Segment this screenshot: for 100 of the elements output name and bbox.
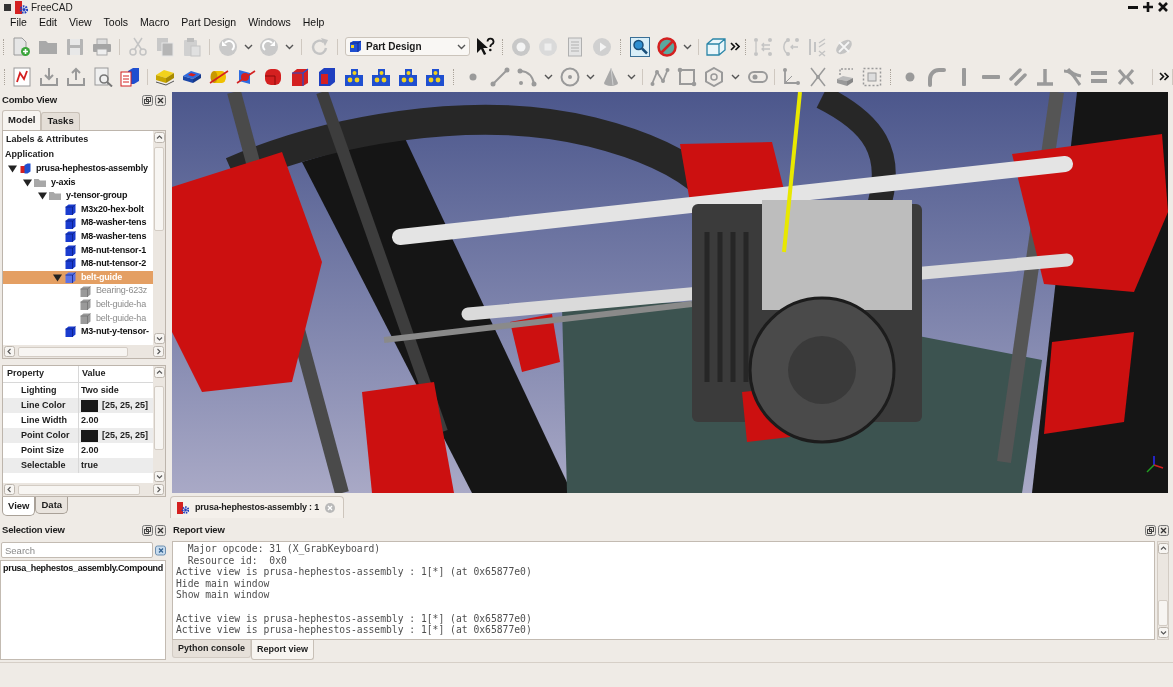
column-header[interactable]: Property (3, 367, 78, 381)
vertical-bar-icon[interactable] (960, 66, 967, 87)
tree-item[interactable]: M8-washer-tens (3, 229, 153, 244)
property-value[interactable]: true (81, 458, 98, 473)
caret-icon[interactable] (585, 73, 595, 80)
curved-bar-icon[interactable] (926, 66, 947, 87)
tangent-curves-icon[interactable] (1061, 66, 1082, 87)
assembly-icon[interactable] (20, 163, 31, 175)
point-icon[interactable] (904, 71, 915, 82)
menu-item[interactable]: Help (297, 15, 330, 31)
scrollbar[interactable] (153, 131, 165, 345)
menu-item[interactable]: File (5, 15, 32, 31)
triangle-down-icon[interactable] (8, 164, 17, 174)
scroll-right-icon[interactable] (153, 346, 164, 357)
tree-item[interactable]: M3x20-hex-bolt (3, 202, 153, 217)
clear-search-icon[interactable] (155, 544, 166, 556)
scroll-up-icon[interactable] (153, 367, 165, 378)
property-value[interactable]: 2.00 (81, 413, 99, 428)
table-row[interactable]: Selectable true (3, 458, 153, 473)
tree-item[interactable]: M3-nut-y-tensor- (3, 325, 153, 339)
cube-icon[interactable] (65, 258, 76, 270)
scrollbar-thumb[interactable] (154, 386, 164, 450)
parallel-bars-icon[interactable] (1007, 66, 1028, 87)
tree-item[interactable]: Bearing-623z (3, 284, 153, 298)
property-value[interactable]: [25, 25, 25] (102, 398, 149, 413)
horizontal-bar-icon[interactable] (980, 73, 1001, 80)
menu-item[interactable]: Part Design (176, 15, 242, 31)
tree-item[interactable]: M8-nut-tensor-2 (3, 257, 153, 271)
app-logo-icon[interactable] (177, 501, 189, 514)
tree-item[interactable]: prusa-hephestos-assembly (3, 162, 153, 176)
menu-item[interactable]: View (64, 15, 97, 31)
wireframe-cube-icon[interactable] (705, 36, 726, 57)
tab[interactable]: Tasks (41, 112, 80, 130)
perpendicular-icon[interactable] (1034, 66, 1055, 87)
scrollbar[interactable] (3, 483, 165, 496)
tree-item[interactable]: belt-guide-ha (3, 311, 153, 326)
scroll-down-icon[interactable] (153, 333, 165, 344)
property-value[interactable]: Two side (81, 383, 119, 398)
polyline-icon[interactable] (649, 66, 670, 87)
scrollbar-thumb[interactable] (18, 484, 140, 495)
scrollbar-thumb[interactable] (1158, 600, 1168, 626)
scroll-left-icon[interactable] (4, 484, 15, 495)
tab[interactable]: Report view (251, 640, 315, 660)
scrollbar[interactable] (1157, 541, 1169, 640)
document-search-icon[interactable] (92, 66, 113, 87)
caret-icon[interactable] (543, 73, 553, 80)
menu-item[interactable]: Tools (98, 15, 134, 31)
scrollbar[interactable] (3, 345, 165, 358)
menu-item[interactable]: Macro (135, 15, 175, 31)
caret-icon[interactable] (626, 73, 636, 80)
arc-icon[interactable] (516, 66, 537, 87)
tree-item[interactable]: M8-washer-tens (3, 216, 153, 230)
sketch-document-icon[interactable] (11, 66, 32, 87)
chamfered-cube-icon[interactable] (289, 66, 310, 87)
tree-item[interactable]: belt-guide-ha (3, 297, 153, 312)
block-link-icon[interactable] (834, 66, 855, 87)
scrollbar-thumb[interactable] (18, 346, 128, 357)
close-icon[interactable] (155, 525, 166, 536)
close-icon[interactable] (155, 95, 166, 106)
zoom-icon[interactable] (629, 36, 650, 57)
no-entry-icon[interactable] (656, 36, 677, 57)
point-icon[interactable] (468, 72, 477, 81)
tab[interactable]: View (2, 497, 36, 516)
cube-icon[interactable] (65, 244, 76, 256)
block-pattern-icon[interactable] (397, 66, 418, 87)
scroll-up-icon[interactable] (1157, 543, 1169, 554)
tree-item[interactable]: y-tensor-group (3, 189, 153, 203)
float-icon[interactable] (142, 525, 153, 536)
window-menu-icon[interactable] (4, 3, 11, 11)
circle-icon[interactable] (559, 66, 580, 87)
menu-item[interactable]: Edit (33, 15, 62, 31)
app-logo-icon[interactable] (15, 0, 28, 14)
menu-item[interactable]: Windows (243, 15, 296, 31)
cube-icon[interactable] (65, 326, 76, 338)
caret-icon[interactable] (243, 43, 253, 50)
maximize-icon[interactable] (1143, 2, 1153, 12)
document-tab[interactable]: prusa-hephestos-assembly : 1 (170, 496, 344, 518)
3d-viewport[interactable] (172, 92, 1168, 493)
tab[interactable]: Python console (172, 640, 251, 658)
symmetric-icon[interactable] (1115, 66, 1136, 87)
scroll-up-icon[interactable] (153, 132, 165, 143)
x-lines-icon[interactable] (807, 66, 828, 87)
block-pattern-icon[interactable] (370, 66, 391, 87)
property-value[interactable]: 2.00 (81, 443, 99, 458)
scroll-down-icon[interactable] (153, 471, 165, 482)
tab[interactable]: Data (35, 497, 69, 514)
table-row[interactable]: Line Color [25, 25, 25] (3, 398, 153, 413)
tab[interactable]: Model (2, 110, 42, 130)
triangle-down-icon[interactable] (53, 273, 62, 283)
triangle-down-icon[interactable] (38, 191, 47, 201)
rectangle-icon[interactable] (676, 66, 697, 87)
cube-icon[interactable] (65, 204, 76, 216)
float-icon[interactable] (142, 95, 153, 106)
chevrons-right-icon[interactable] (730, 42, 740, 51)
triangle-down-icon[interactable] (23, 177, 32, 187)
caret-icon[interactable] (731, 73, 740, 80)
scrollbar[interactable] (153, 366, 165, 483)
box-icon[interactable] (316, 66, 337, 87)
search-field[interactable]: Search (1, 542, 153, 558)
block-pattern-icon[interactable] (424, 66, 445, 87)
